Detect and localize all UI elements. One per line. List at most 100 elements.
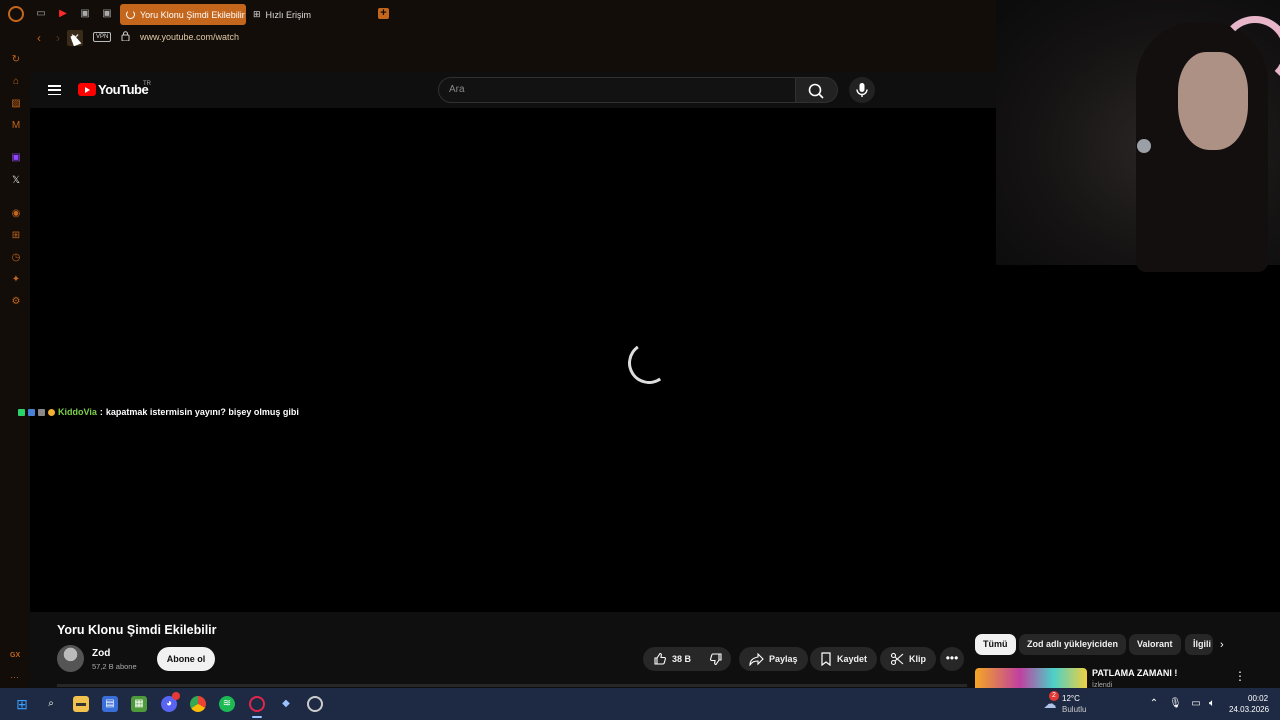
- chip-related[interactable]: İlgili: [1185, 634, 1213, 655]
- like-icon[interactable]: [653, 652, 667, 666]
- more-actions-button[interactable]: •••: [940, 647, 964, 671]
- clock-time[interactable]: 00:02: [1248, 694, 1268, 703]
- channel-avatar[interactable]: [57, 645, 84, 672]
- back-button[interactable]: ‹: [31, 30, 47, 46]
- voice-search-button[interactable]: [849, 77, 875, 103]
- twitch-icon[interactable]: ▣: [10, 152, 22, 164]
- country-code: TR: [143, 81, 151, 87]
- opera-gx-taskbar-icon[interactable]: [249, 696, 265, 712]
- messenger-icon[interactable]: M: [10, 120, 22, 132]
- chevron-up-icon[interactable]: ⌃: [1148, 698, 1160, 710]
- share-label: Paylaş: [769, 654, 798, 664]
- chat-badge-icon-3: [38, 408, 45, 416]
- gx-control-label[interactable]: GX: [10, 652, 20, 659]
- share-icon: [749, 652, 764, 666]
- lock-icon[interactable]: [121, 31, 130, 41]
- tab-loading-icon: [126, 10, 135, 19]
- menu-icon[interactable]: [48, 85, 61, 95]
- youtube-logo-text[interactable]: YouTube: [98, 82, 149, 97]
- microphone-tray-icon[interactable]: 🎙︎: [1169, 698, 1182, 710]
- clock-date[interactable]: 24.03.2026: [1229, 705, 1269, 714]
- settings-gear-icon[interactable]: ⚙: [10, 296, 22, 308]
- windows-start-icon[interactable]: ⊞: [14, 696, 30, 712]
- youtube-logo-icon[interactable]: [78, 83, 96, 96]
- sidebar-more-icon[interactable]: ···: [10, 672, 19, 682]
- tab-speed-dial-title: Hızlı Erişim: [265, 9, 312, 20]
- webcam-microphone-icon: [1137, 139, 1151, 153]
- youtube-tab-icon[interactable]: ▶: [57, 8, 69, 20]
- chevron-right-icon[interactable]: ›: [1220, 639, 1232, 651]
- chip-all[interactable]: Tümü: [975, 634, 1016, 655]
- refresh-icon[interactable]: ↻: [10, 54, 22, 66]
- minecraft-icon[interactable]: ▦: [131, 696, 147, 712]
- search-placeholder: Ara: [449, 84, 465, 95]
- network-icon[interactable]: ▭: [1190, 698, 1202, 710]
- recommendation-menu-icon[interactable]: ⋮: [1234, 669, 1246, 683]
- search-input[interactable]: [438, 77, 796, 103]
- weather-description[interactable]: Bulutlu: [1062, 705, 1086, 714]
- scissors-icon: [890, 652, 904, 666]
- player-icon[interactable]: ◉: [10, 208, 22, 220]
- history-icon[interactable]: ◷: [10, 252, 22, 264]
- description-box-edge: [57, 684, 967, 687]
- tab-active[interactable]: Yoru Klonu Şimdi Ekilebilir: [120, 4, 246, 25]
- subscribe-button[interactable]: Abone ol: [157, 647, 215, 671]
- forward-button[interactable]: ›: [50, 30, 66, 46]
- extensions-puzzle-icon[interactable]: ✦: [10, 274, 22, 286]
- like-count[interactable]: 38 B: [672, 654, 691, 664]
- microphone-icon: [856, 83, 868, 97]
- chat-separator: :: [99, 407, 103, 417]
- store-icon[interactable]: ▤: [102, 696, 118, 712]
- spotify-icon[interactable]: ≋: [219, 696, 235, 712]
- share-button[interactable]: Paylaş: [739, 647, 808, 671]
- weather-temperature[interactable]: 12°C: [1062, 694, 1080, 703]
- tab-active-title: Yoru Klonu Şimdi Ekilebilir: [140, 9, 245, 20]
- tab-speed-dial[interactable]: ⊞ Hızlı Erişim: [253, 4, 311, 25]
- chip-from-uploader[interactable]: Zod adlı yükleyiciden: [1019, 634, 1127, 655]
- notification-badge: 2: [1049, 691, 1059, 701]
- channel-name[interactable]: Zod: [92, 648, 110, 659]
- recommendation-title[interactable]: PATLAMA ZAMANI !: [1092, 668, 1177, 678]
- extensions-icon[interactable]: ⊞: [10, 230, 22, 242]
- browser-sidebar: [0, 48, 30, 688]
- gx-corner-icon[interactable]: ▨: [10, 98, 22, 110]
- file-explorer-icon[interactable]: ▬: [73, 696, 89, 712]
- tab-icon-app-2[interactable]: ▣: [101, 8, 113, 20]
- save-label: Kaydet: [837, 654, 868, 664]
- x-icon[interactable]: 𝕏: [10, 175, 22, 187]
- clip-button[interactable]: Klip: [880, 647, 936, 671]
- tab-icon-app[interactable]: ▣: [79, 8, 91, 20]
- save-button[interactable]: Kaydet: [810, 647, 878, 671]
- screen: ▭ ▶ ▣ ▣ Yoru Klonu Şimdi Ekilebilir ⊞ Hı…: [0, 0, 1280, 720]
- grid-icon: ⊞: [253, 9, 261, 19]
- chat-badge-icon-4: [48, 408, 55, 416]
- bookmark-icon: [821, 652, 831, 666]
- vpn-badge[interactable]: VPN: [93, 32, 112, 42]
- dislike-icon[interactable]: [709, 652, 723, 666]
- app-icon-diamond[interactable]: ◆: [278, 696, 294, 712]
- search-taskbar-icon[interactable]: ⌕: [43, 696, 59, 712]
- active-app-indicator: [252, 716, 262, 718]
- bag-icon[interactable]: ⌂: [10, 76, 22, 88]
- chat-overlay-message: KiddoVia : kapatmak istermisin yayını? b…: [18, 407, 299, 417]
- volume-icon[interactable]: 🔈︎: [1206, 698, 1218, 710]
- opera-gx-logo-icon[interactable]: [8, 6, 24, 22]
- chat-message-text: kapatmak istermisin yayını? bişey olmuş …: [105, 407, 299, 417]
- search-button[interactable]: [796, 77, 838, 103]
- chat-badge-icon: [18, 408, 25, 416]
- like-dislike-group: 38 B: [643, 647, 731, 671]
- discord-notification-dot: [172, 692, 180, 700]
- recommendation-thumbnail[interactable]: [975, 668, 1087, 688]
- chat-badge-icon-2: [28, 408, 35, 416]
- url-field[interactable]: www.youtube.com/watch: [140, 32, 239, 42]
- chip-valorant[interactable]: Valorant: [1129, 634, 1181, 655]
- app-icon-circle[interactable]: [307, 696, 323, 712]
- chrome-icon[interactable]: [190, 696, 206, 712]
- tab-icon-window[interactable]: ▭: [35, 8, 47, 20]
- new-tab-button[interactable]: +: [378, 8, 389, 19]
- clip-label: Klip: [909, 654, 926, 664]
- search-icon: [808, 83, 824, 99]
- subscriber-count: 57,2 B abone: [92, 662, 137, 671]
- video-title: Yoru Klonu Şimdi Ekilebilir: [57, 623, 217, 637]
- chat-username: KiddoVia: [58, 407, 97, 417]
